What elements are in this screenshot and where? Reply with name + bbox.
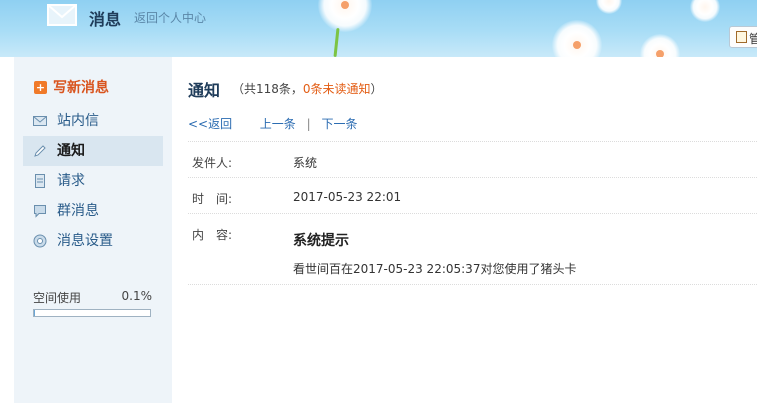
content-row: 内 容: 系统提示 看世间百在2017-05-23 22:05:37对您使用了猪… — [188, 213, 757, 285]
speech-bubble-icon — [34, 205, 46, 218]
document-icon — [35, 174, 45, 188]
sender-value: 系统 — [293, 156, 318, 170]
back-link[interactable]: <<返回 — [188, 117, 232, 131]
sidebar-item-message-settings[interactable]: 消息设置 — [23, 226, 163, 256]
sidebar-item-notifications[interactable]: 通知 — [23, 136, 163, 166]
sender-label: 发件人: — [192, 156, 233, 170]
previous-link[interactable]: 上一条 — [260, 117, 296, 131]
next-link[interactable]: 下一条 — [322, 117, 358, 131]
time-label: 时 间: — [192, 192, 233, 206]
sidebar-item-group-messages[interactable]: 群消息 — [23, 196, 163, 226]
sidebar-item-label: 群消息 — [57, 203, 99, 219]
mail-icon — [47, 4, 77, 26]
notification-detail: 通知 （共118条，0条未读通知） <<返回 上一条 | 下一条 发件人: 系统… — [188, 57, 757, 403]
sidebar-item-label: 站内信 — [57, 113, 99, 129]
notification-count: （共118条，0条未读通知） — [232, 80, 383, 97]
header-banner: 消息 返回个人中心 管 — [0, 0, 757, 57]
storage-usage-value: 0.1% — [121, 289, 153, 303]
sidebar-item-requests[interactable]: 请求 — [23, 166, 163, 196]
time-value: 2017-05-23 22:01 — [293, 190, 402, 204]
count-prefix: （共118条， — [232, 82, 303, 96]
sender-row: 发件人: 系统 — [188, 141, 757, 178]
message-body: 看世间百在2017-05-23 22:05:37对您使用了猪头卡 — [293, 262, 577, 276]
sidebar-item-inbox[interactable]: 站内信 — [23, 106, 163, 136]
compose-label: 写新消息 — [53, 80, 109, 96]
stem-decoration — [333, 27, 340, 57]
sidebar-item-label: 请求 — [57, 173, 85, 189]
content-label: 内 容: — [192, 228, 233, 242]
pencil-icon — [34, 145, 46, 157]
sidebar-item-label: 通知 — [57, 143, 85, 159]
edit-icon — [736, 31, 747, 43]
message-navigation: <<返回 上一条 | 下一条 — [188, 115, 358, 132]
manage-button[interactable]: 管 — [729, 26, 757, 48]
page-title: 消息 — [89, 10, 122, 29]
dandelion-decoration — [690, 0, 720, 22]
settings-circle-icon — [33, 234, 47, 248]
nav-separator: | — [306, 117, 311, 131]
section-title: 通知 — [188, 81, 221, 100]
dandelion-decoration — [596, 0, 622, 14]
dandelion-decoration — [552, 20, 602, 57]
manage-button-label: 管 — [749, 32, 757, 46]
time-row: 时 间: 2017-05-23 22:01 — [188, 177, 757, 214]
unread-count: 0条未读通知 — [302, 82, 371, 96]
plus-icon: + — [34, 81, 47, 94]
envelope-icon — [33, 116, 47, 126]
dandelion-decoration — [318, 0, 372, 32]
sidebar: + 写新消息 站内信 通知 请求 群消息 消息设置 空间使用 0.1% — [14, 57, 172, 403]
count-suffix: ） — [370, 82, 383, 96]
back-to-profile-link[interactable]: 返回个人中心 — [134, 9, 206, 26]
message-title: 系统提示 — [293, 233, 349, 249]
compose-message-button[interactable]: + 写新消息 — [34, 77, 109, 97]
storage-usage-label: 空间使用 — [33, 291, 82, 305]
storage-usage-bar — [33, 309, 151, 317]
sidebar-item-label: 消息设置 — [57, 233, 113, 249]
dandelion-decoration — [640, 34, 680, 57]
